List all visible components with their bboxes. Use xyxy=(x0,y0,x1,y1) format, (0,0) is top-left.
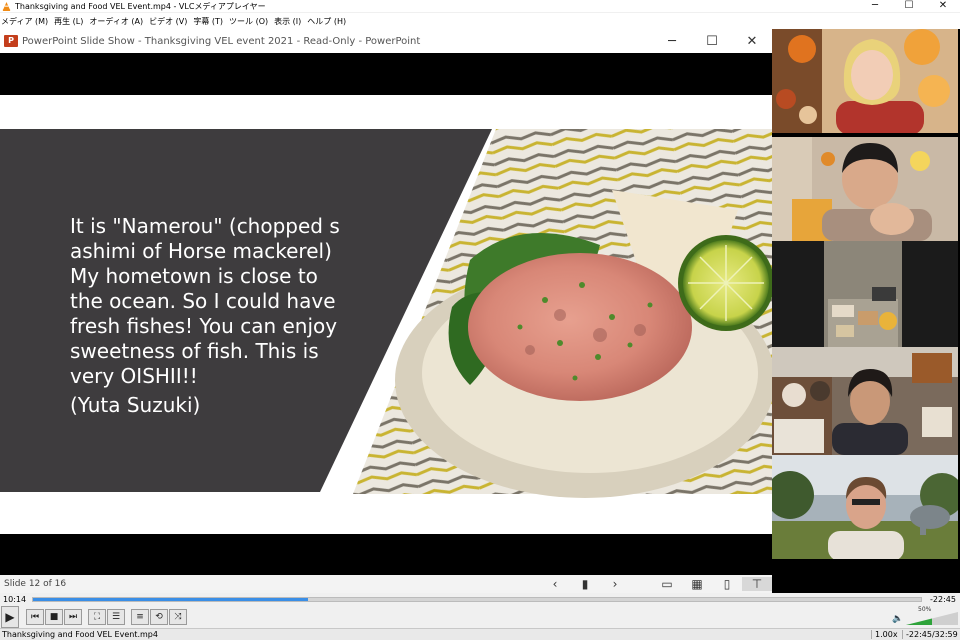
slide-show-icon[interactable]: ⊤ xyxy=(742,577,772,591)
participant-video xyxy=(772,29,958,133)
powerpoint-window: P PowerPoint Slide Show - Thanksgiving V… xyxy=(0,29,772,593)
speaker-icon[interactable]: 🔈 xyxy=(892,614,903,624)
menu-media[interactable]: メディア (M) xyxy=(1,16,48,27)
ppt-maximize-icon[interactable]: ☐ xyxy=(692,34,732,49)
playback-speed[interactable]: 1.00x xyxy=(871,630,898,639)
current-time: 10:14 xyxy=(3,595,27,604)
seek-bar-row: 10:14 -22:45 xyxy=(0,593,960,606)
vlc-menu-bar: メディア (M) 再生 (L) オーディオ (A) ビデオ (V) 字幕 (T)… xyxy=(0,13,960,29)
previous-slide-icon[interactable]: ‹ xyxy=(540,577,570,591)
powerpoint-title-bar: P PowerPoint Slide Show - Thanksgiving V… xyxy=(0,29,772,53)
reading-view-icon[interactable]: ▯ xyxy=(712,577,742,591)
participant-tile xyxy=(772,347,958,455)
ppt-close-icon[interactable]: ✕ xyxy=(732,34,772,49)
menu-view[interactable]: 表示 (I) xyxy=(274,16,301,27)
fullscreen-button[interactable]: ⛶ xyxy=(88,609,106,625)
ppt-minimize-icon[interactable]: ─ xyxy=(652,34,692,49)
seek-slider[interactable] xyxy=(32,597,922,602)
participant-video xyxy=(772,347,958,455)
seek-progress xyxy=(33,598,309,601)
playback-controls: ▶ ⏮ ■ ⏭ ⛶ ☰ ≡ ⟲ ⤨ 🔈 50% xyxy=(0,606,960,628)
playlist-button[interactable]: ≡ xyxy=(131,609,149,625)
slide-text: It is "Namerou" (chopped s ashimi of Hor… xyxy=(70,214,370,418)
slide-list-icon[interactable]: ▮ xyxy=(570,577,600,591)
video-frame[interactable]: P PowerPoint Slide Show - Thanksgiving V… xyxy=(0,29,960,593)
status-filename: Thanksgiving and Food VEL Event.mp4 xyxy=(2,630,158,639)
slide-line: It is "Namerou" (chopped s xyxy=(70,214,340,238)
menu-tools[interactable]: ツール (O) xyxy=(229,16,268,27)
menu-help[interactable]: ヘルプ (H) xyxy=(307,16,346,27)
menu-video[interactable]: ビデオ (V) xyxy=(149,16,187,27)
menu-playback[interactable]: 再生 (L) xyxy=(54,16,83,27)
slide-line: fresh fishes! You can enjoy xyxy=(70,314,338,338)
participant-video xyxy=(772,137,958,241)
play-button[interactable]: ▶ xyxy=(1,606,19,628)
slide-line: My hometown is close to xyxy=(70,264,318,288)
powerpoint-window-title: PowerPoint Slide Show - Thanksgiving VEL… xyxy=(22,35,421,47)
participant-tile xyxy=(772,455,958,559)
loop-button[interactable]: ⟲ xyxy=(150,609,168,625)
remaining-time[interactable]: -22:45 xyxy=(930,595,956,604)
participant-tile xyxy=(772,241,958,347)
slide-line: ashimi of Horse mackerel) xyxy=(70,239,332,263)
slide-line: very OISHII!! xyxy=(70,364,198,388)
volume-percent: 50% xyxy=(918,606,932,613)
participant-video xyxy=(772,455,958,559)
next-slide-icon[interactable]: › xyxy=(600,577,630,591)
participant-tile xyxy=(772,29,958,133)
vlc-title-bar: Thanksgiving and Food VEL Event.mp4 - VL… xyxy=(0,0,960,12)
powerpoint-status-bar: Slide 12 of 16 ‹ ▮ › ▭ ▦ ▯ ⊤ xyxy=(0,575,772,593)
slide-line: sweetness of fish. This is xyxy=(70,339,319,363)
close-icon[interactable]: ✕ xyxy=(926,0,960,12)
minimize-icon[interactable]: ─ xyxy=(858,0,892,12)
volume-slider[interactable] xyxy=(906,610,958,626)
vlc-window: Thanksgiving and Food VEL Event.mp4 - VL… xyxy=(0,0,960,640)
slide-line: the ocean. So I could have xyxy=(70,289,336,313)
menu-audio[interactable]: オーディオ (A) xyxy=(89,16,143,27)
extended-settings-button[interactable]: ☰ xyxy=(107,609,125,625)
vlc-cone-icon xyxy=(2,1,11,11)
normal-view-icon[interactable]: ▭ xyxy=(652,577,682,591)
previous-button[interactable]: ⏮ xyxy=(26,609,44,625)
participant-video xyxy=(772,241,958,347)
vlc-status-bar: Thanksgiving and Food VEL Event.mp4 1.00… xyxy=(0,628,960,640)
slide-sorter-icon[interactable]: ▦ xyxy=(682,577,712,591)
vlc-window-title: Thanksgiving and Food VEL Event.mp4 - VL… xyxy=(15,1,266,11)
shuffle-button[interactable]: ⤨ xyxy=(169,609,187,625)
participant-tile xyxy=(772,137,958,241)
maximize-icon[interactable]: ☐ xyxy=(892,0,926,12)
menu-subtitle[interactable]: 字幕 (T) xyxy=(193,16,223,27)
status-time: -22:45/32:59 xyxy=(902,630,958,639)
powerpoint-logo-icon: P xyxy=(4,35,18,47)
slide-author: (Yuta Suzuki) xyxy=(70,393,201,417)
next-button[interactable]: ⏭ xyxy=(64,609,82,625)
slide-counter: Slide 12 of 16 xyxy=(4,579,67,589)
stop-button[interactable]: ■ xyxy=(45,609,63,625)
slide-canvas: It is "Namerou" (chopped s ashimi of Hor… xyxy=(0,95,772,534)
